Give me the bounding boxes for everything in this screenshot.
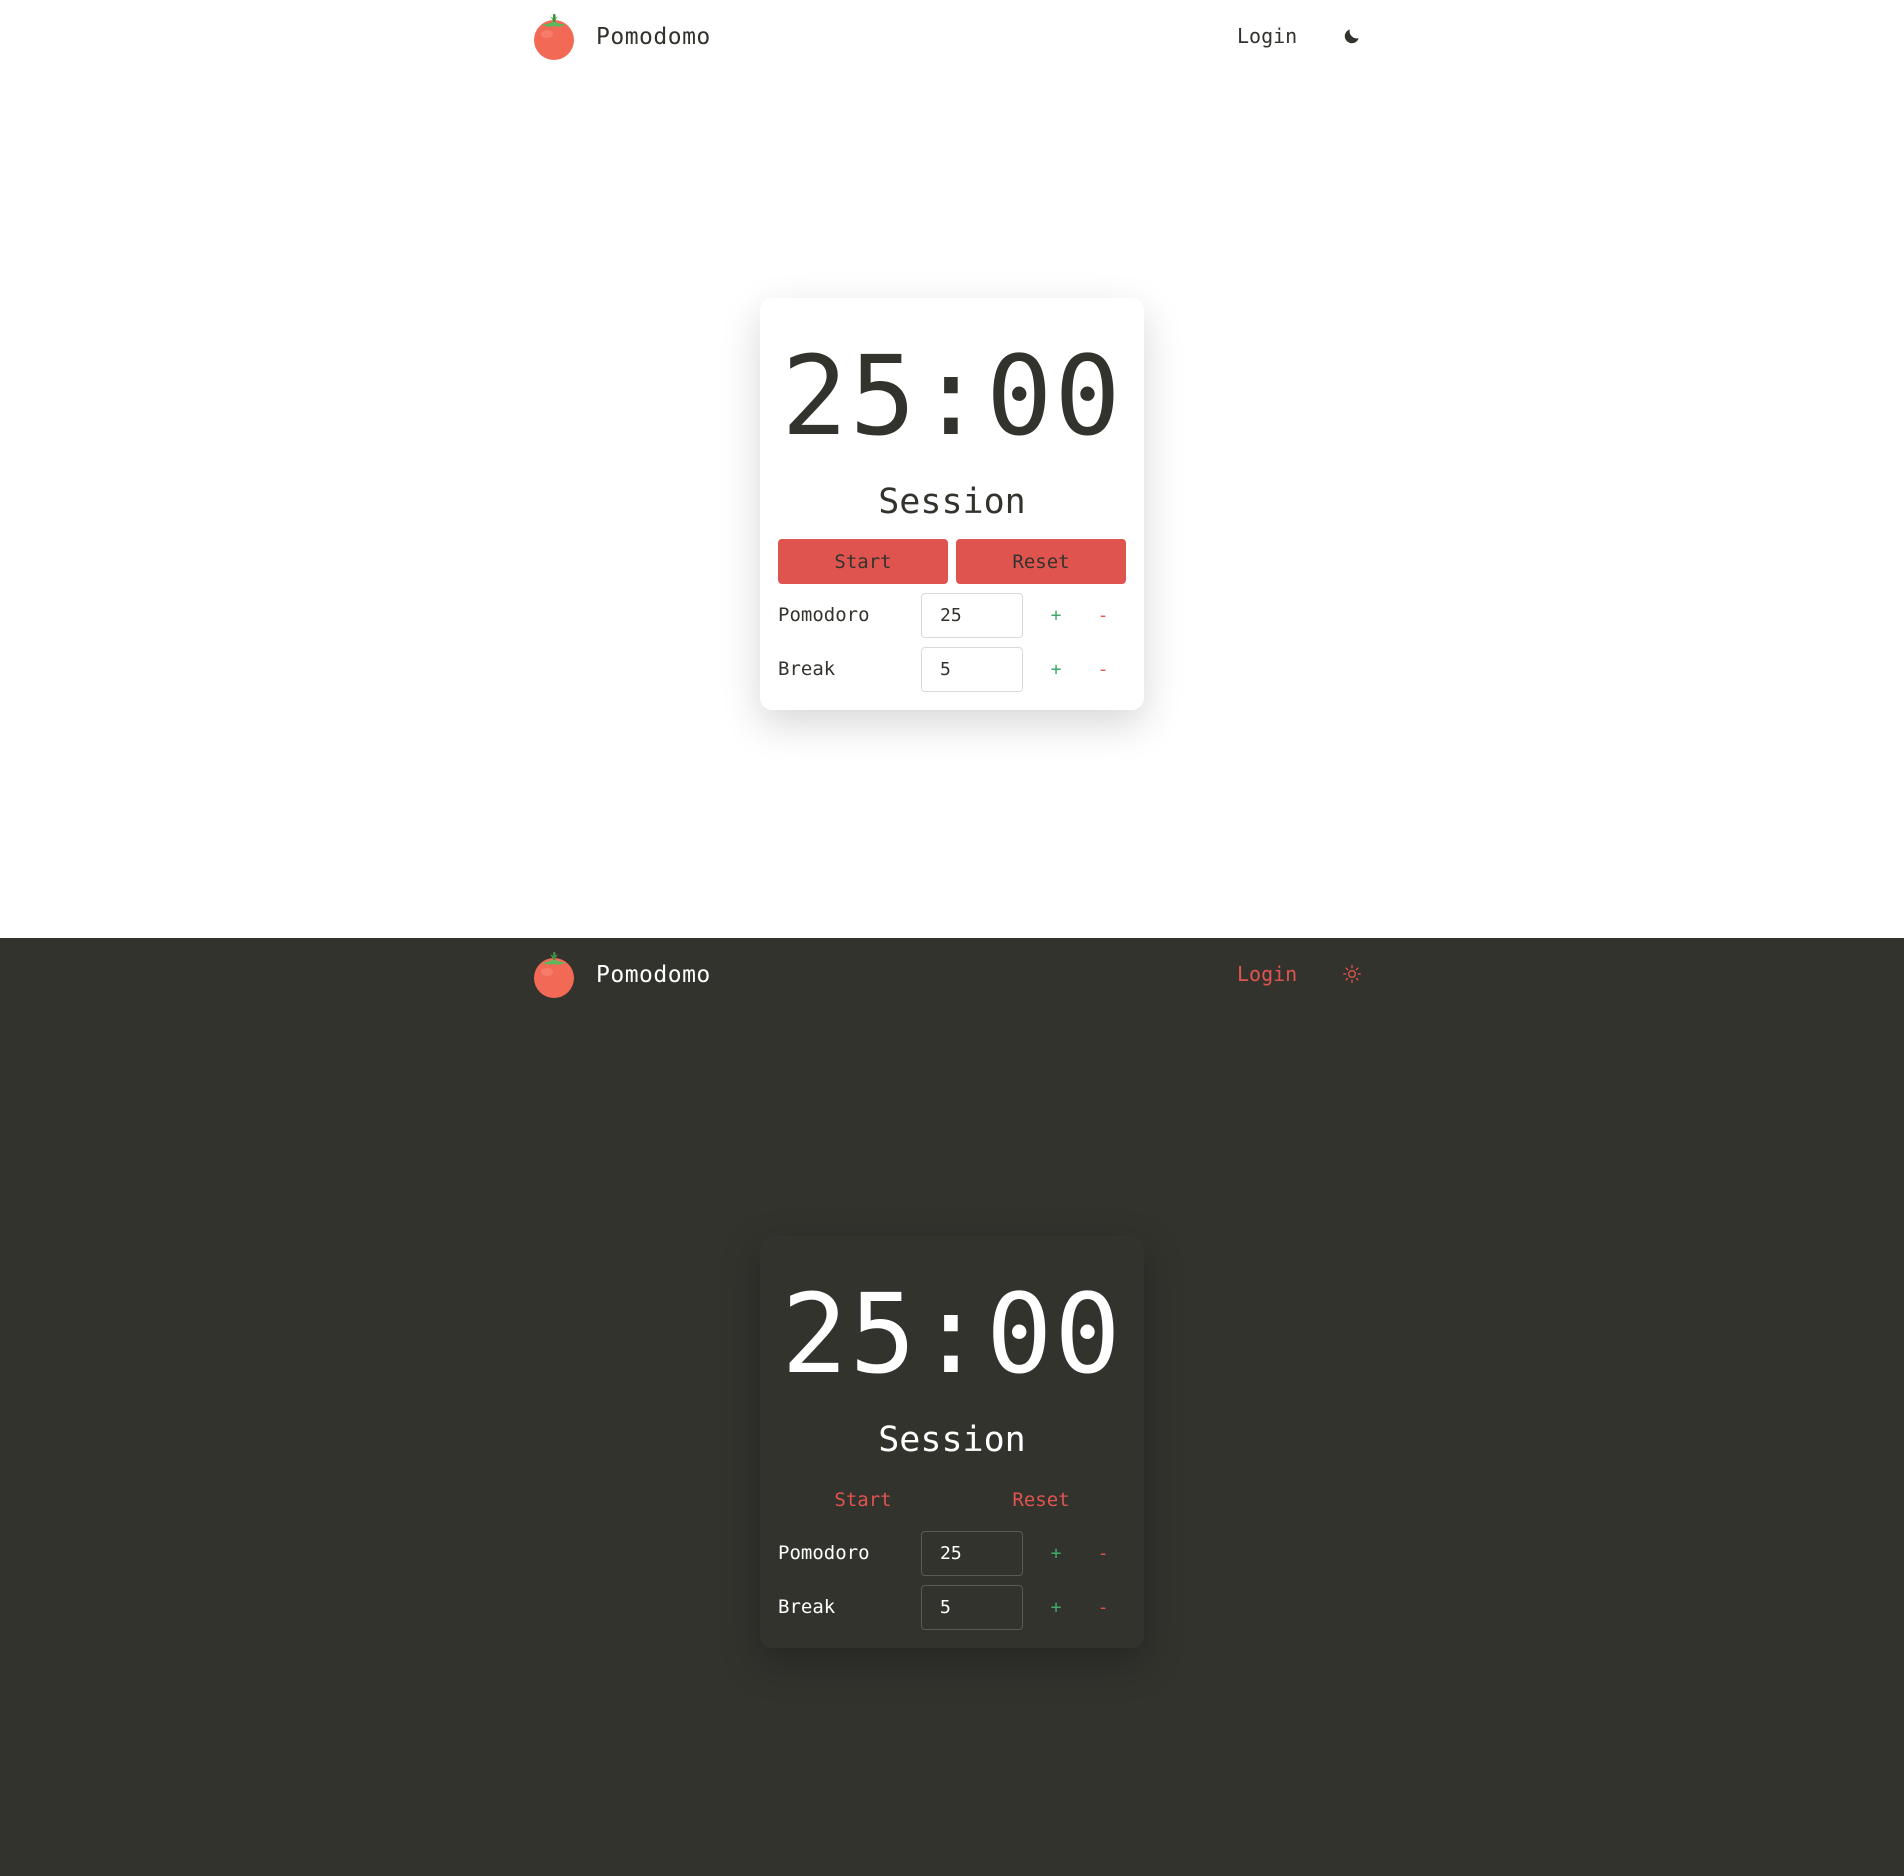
brand-name: Pomodomo — [596, 24, 711, 50]
break-length-input[interactable] — [921, 647, 1023, 692]
pomodoro-setting-row: Pomodoro + - — [778, 1531, 1126, 1576]
pomodoro-increment-button[interactable]: + — [1040, 1531, 1072, 1576]
reset-button[interactable]: Reset — [956, 1477, 1126, 1522]
timer-card: 25:00 Session Start Reset Pomodoro + - B… — [760, 1236, 1144, 1648]
login-link[interactable]: Login — [1237, 962, 1297, 986]
navbar: Pomodomo Login — [530, 12, 1363, 62]
login-link[interactable]: Login — [1237, 24, 1297, 48]
pomodoro-decrement-button[interactable]: - — [1087, 593, 1119, 638]
navbar: Pomodomo Login — [530, 950, 1363, 1000]
start-button[interactable]: Start — [778, 1477, 948, 1522]
moon-icon[interactable] — [1340, 24, 1364, 48]
timer-display: 25:00 — [781, 1270, 1123, 1398]
pomodoro-label: Pomodoro — [778, 604, 870, 626]
brand-name: Pomodomo — [596, 962, 711, 988]
break-setting-row: Break + - — [778, 1585, 1126, 1630]
break-decrement-button[interactable]: - — [1087, 1585, 1119, 1630]
break-setting-row: Break + - — [778, 647, 1126, 692]
break-increment-button[interactable]: + — [1040, 1585, 1072, 1630]
pomodoro-increment-button[interactable]: + — [1040, 593, 1072, 638]
dark-theme-view: Pomodomo Login 25:00 Session Start Reset… — [0, 938, 1904, 1876]
timer-display: 25:00 — [781, 332, 1123, 460]
break-increment-button[interactable]: + — [1040, 647, 1072, 692]
sun-icon[interactable] — [1340, 962, 1364, 986]
break-length-input[interactable] — [921, 1585, 1023, 1630]
reset-button[interactable]: Reset — [956, 539, 1126, 584]
pomodoro-decrement-button[interactable]: - — [1087, 1531, 1119, 1576]
break-label: Break — [778, 658, 836, 680]
timer-card: 25:00 Session Start Reset Pomodoro + - B… — [760, 298, 1144, 710]
break-label: Break — [778, 1596, 836, 1618]
mode-label: Session — [878, 1420, 1026, 1460]
pomodoro-length-input[interactable] — [921, 593, 1023, 638]
pomodoro-length-input[interactable] — [921, 1531, 1023, 1576]
brand[interactable]: Pomodomo — [530, 950, 711, 1000]
tomato-icon — [534, 952, 574, 998]
light-theme-view: Pomodomo Login 25:00 Session Start Reset… — [0, 0, 1904, 938]
start-button[interactable]: Start — [778, 539, 948, 584]
brand[interactable]: Pomodomo — [530, 12, 711, 62]
break-decrement-button[interactable]: - — [1087, 647, 1119, 692]
tomato-icon — [534, 14, 574, 60]
pomodoro-label: Pomodoro — [778, 1542, 870, 1564]
mode-label: Session — [878, 482, 1026, 522]
pomodoro-setting-row: Pomodoro + - — [778, 593, 1126, 638]
